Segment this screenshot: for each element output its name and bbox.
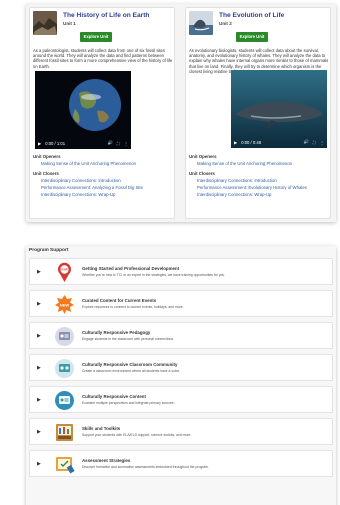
units-panel: The History of Life on Earth Unit 1 Expl… (26, 4, 336, 222)
new-burst-icon: NEW (55, 295, 74, 314)
unit-1-thumbnail[interactable] (33, 11, 57, 35)
support-row-current-events[interactable]: ▶ NEW Curated Content for Current Events… (29, 290, 333, 317)
support-item-title: Culturally Responsive Classroom Communit… (82, 362, 178, 367)
support-item-desc: Whether you're new to TCI or an expert i… (82, 273, 226, 277)
volume-icon[interactable]: 🔊 (304, 139, 309, 145)
support-item-title: Assessment Strategies (82, 458, 131, 463)
assessment-icon (56, 457, 75, 474)
unit-number: Unit 1 (63, 21, 76, 26)
support-item-desc: Discover formative and summative assessm… (82, 465, 210, 469)
start-here-icon: START (58, 262, 71, 282)
support-item-desc: Support your students with ELA/ELD suppo… (82, 433, 192, 437)
unit-video-player[interactable]: ▶ 0:00 / 0:48 🔊 ⛶ ⋮ (231, 70, 327, 148)
unit-closers-label: Unit Closers (33, 171, 59, 176)
unit-title[interactable]: The Evolution of Life (219, 12, 284, 19)
video-controls: ▶ 0:00 / 1:01 🔊 ⛶ ⋮ (35, 137, 131, 149)
support-item-title: Curated Content for Current Events (82, 298, 157, 303)
expand-arrow-icon[interactable]: ▶ (37, 269, 41, 275)
unit-closers-label: Unit Closers (189, 171, 215, 176)
unit-closer-link[interactable]: Performance Assessment: Evolutionary His… (197, 185, 307, 190)
unit-closer-link[interactable]: Interdisciplinary Connections: Wrap-Up (197, 192, 271, 197)
play-icon[interactable]: ▶ (234, 140, 237, 145)
expand-arrow-icon[interactable]: ▶ (37, 365, 41, 371)
unit-video-player[interactable]: ▶ 0:00 / 1:01 🔊 ⛶ ⋮ (35, 71, 131, 149)
play-icon[interactable]: ▶ (38, 141, 41, 146)
unit-closer-link[interactable]: Interdisciplinary Connections: Introduct… (41, 178, 121, 183)
unit-card-1: The History of Life on Earth Unit 1 Expl… (29, 7, 175, 219)
unit-description: As a paleontologist, students will colle… (33, 48, 173, 69)
unit-2-thumbnail[interactable] (189, 11, 213, 35)
video-time: 0:00 / 1:01 (45, 140, 66, 146)
pedagogy-icon (55, 327, 74, 346)
support-row-pedagogy[interactable]: ▶ Culturally Responsive Pedagogy Engage … (29, 322, 333, 349)
community-icon (55, 359, 74, 378)
expand-arrow-icon[interactable]: ▶ (37, 301, 41, 307)
explore-unit-button[interactable]: Explore Unit (80, 32, 112, 42)
expand-arrow-icon[interactable]: ▶ (37, 461, 41, 467)
support-item-title: Skills and Toolkits (82, 426, 121, 431)
unit-opener-link[interactable]: Making Sense of the Unit Anchoring Pheno… (41, 161, 136, 166)
expand-arrow-icon[interactable]: ▶ (37, 333, 41, 339)
support-row-toolkits[interactable]: ▶ Skills and Toolkits Support your stude… (29, 418, 333, 445)
svg-text:NEW: NEW (60, 302, 70, 307)
support-item-title: Culturally Responsive Pedagogy (82, 330, 151, 335)
volume-icon[interactable]: 🔊 (108, 140, 113, 146)
unit-openers-label: Unit Openers (33, 154, 61, 159)
unit-title[interactable]: The History of Life on Earth (63, 12, 149, 19)
support-item-title: Culturally Responsive Content (82, 394, 146, 399)
toolkit-icon (56, 424, 73, 441)
support-item-title: Getting Started and Professional Develop… (82, 266, 180, 271)
support-row-community[interactable]: ▶ Culturally Responsive Classroom Commun… (29, 354, 333, 381)
content-icon (55, 391, 74, 410)
support-item-desc: Create a classroom environment where all… (82, 369, 181, 373)
fullscreen-icon[interactable]: ⛶ (313, 140, 316, 145)
svg-text:START: START (60, 267, 69, 271)
more-options-icon[interactable]: ⋮ (320, 140, 324, 145)
unit-number: Unit 2 (219, 21, 232, 26)
expand-arrow-icon[interactable]: ▶ (37, 429, 41, 435)
support-item-desc: Explore resources to connect to current … (82, 305, 184, 309)
unit-openers-label: Unit Openers (189, 154, 217, 159)
unit-card-2: The Evolution of Life Unit 2 Explore Uni… (185, 7, 331, 219)
program-support-panel: Program Support ▶ START Getting Started … (26, 246, 336, 505)
support-row-getting-started[interactable]: ▶ START Getting Started and Professional… (29, 258, 333, 285)
unit-opener-link[interactable]: Making Sense of the Unit Anchoring Pheno… (197, 161, 292, 166)
more-options-icon[interactable]: ⋮ (124, 141, 128, 146)
support-row-assessment[interactable]: ▶ Assessment Strategies Discover formati… (29, 450, 333, 477)
unit-closer-link[interactable]: Interdisciplinary Connections: Wrap-Up (41, 192, 115, 197)
support-item-desc: Examine multiple perspectives and integr… (82, 401, 175, 405)
fullscreen-icon[interactable]: ⛶ (117, 141, 120, 146)
expand-arrow-icon[interactable]: ▶ (37, 397, 41, 403)
unit-closer-link[interactable]: Interdisciplinary Connections: Introduct… (197, 178, 277, 183)
unit-closer-link[interactable]: Performance Assessment: Analyzing a Foss… (41, 185, 143, 190)
support-item-desc: Engage students in the classroom with pe… (82, 337, 174, 341)
video-time: 0:00 / 0:48 (241, 139, 262, 145)
video-controls: ▶ 0:00 / 0:48 🔊 ⛶ ⋮ (231, 136, 327, 148)
explore-unit-button[interactable]: Explore Unit (236, 32, 268, 42)
program-support-title: Program Support (29, 248, 69, 253)
support-row-content[interactable]: ▶ Culturally Responsive Content Examine … (29, 386, 333, 413)
